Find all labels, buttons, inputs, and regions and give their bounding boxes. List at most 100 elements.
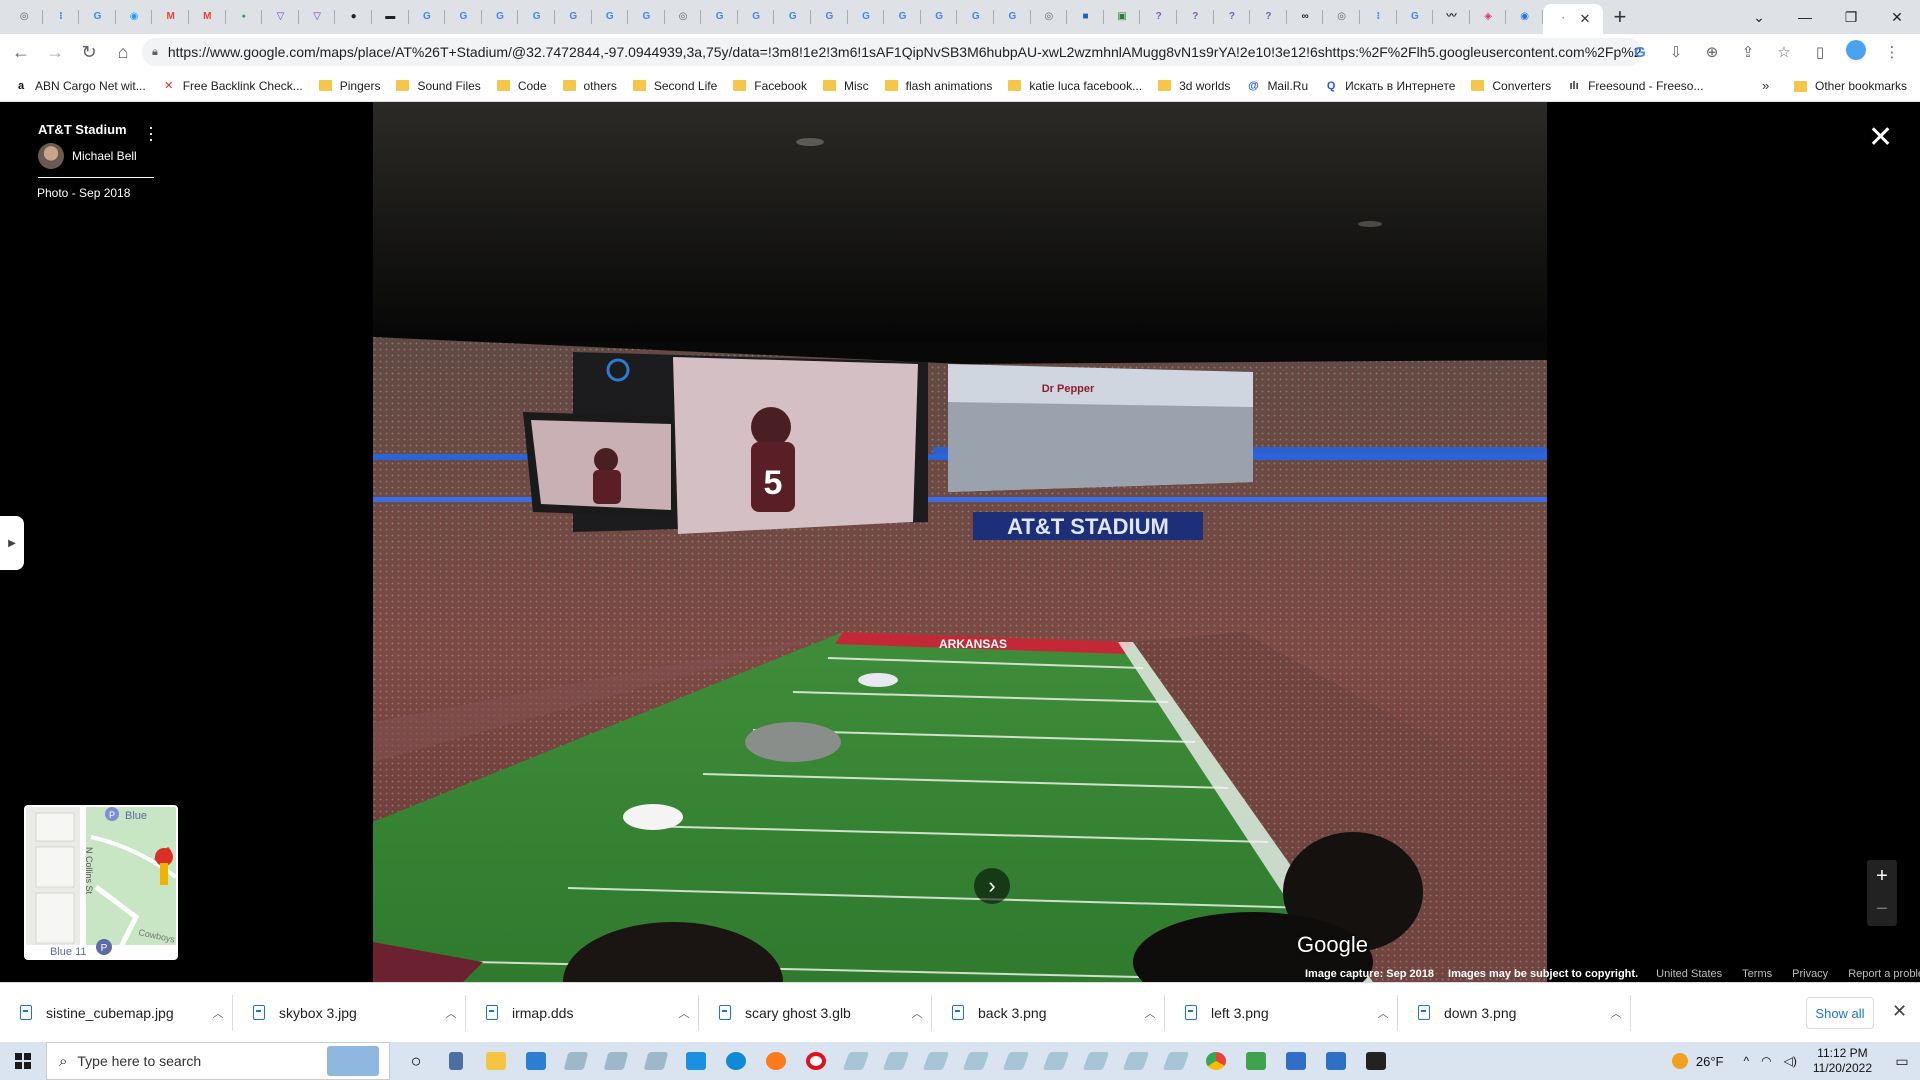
- bookmark-item[interactable]: Second Life: [632, 79, 717, 93]
- browser-tab[interactable]: ◎: [6, 0, 43, 34]
- browser-tab[interactable]: G: [701, 0, 738, 34]
- browser-tab[interactable]: 〰: [1433, 0, 1470, 34]
- browser-tab[interactable]: ◉: [116, 0, 153, 34]
- chevron-up-icon[interactable]: ︿: [203, 1005, 233, 1021]
- browser-tab[interactable]: G: [79, 0, 116, 34]
- place-title[interactable]: AT&T Stadium: [38, 122, 154, 137]
- app-icon[interactable]: [1236, 1042, 1276, 1080]
- browser-tab[interactable]: G: [518, 0, 555, 34]
- browser-tab[interactable]: ?: [1177, 0, 1214, 34]
- install-icon[interactable]: ⇩: [1658, 43, 1694, 61]
- sketchup-icon[interactable]: [996, 1042, 1036, 1080]
- forward-icon[interactable]: →: [38, 34, 72, 70]
- active-tab[interactable]: · ✕: [1542, 4, 1603, 34]
- report-problem-link[interactable]: Report a problem: [1848, 968, 1920, 980]
- opera-icon[interactable]: [796, 1042, 836, 1080]
- tab-close-icon[interactable]: ✕: [1579, 11, 1590, 27]
- browser-tab[interactable]: ◎: [1031, 0, 1068, 34]
- chevron-up-icon[interactable]: ︿: [1368, 1005, 1398, 1021]
- download-item[interactable]: left 3.png ︿: [1165, 983, 1398, 1043]
- chevron-up-icon[interactable]: ︿: [1601, 1005, 1631, 1021]
- chevron-up-icon[interactable]: ︿: [436, 1005, 466, 1021]
- wifi-icon[interactable]: ◠: [1761, 1054, 1771, 1068]
- new-tab-button[interactable]: +: [1603, 0, 1637, 34]
- privacy-link[interactable]: Privacy: [1792, 968, 1828, 980]
- browser-tab[interactable]: G: [1397, 0, 1434, 34]
- download-item[interactable]: irmap.dds ︿: [466, 983, 699, 1043]
- browser-tab[interactable]: ▽: [262, 0, 299, 34]
- terms-link[interactable]: Terms: [1742, 968, 1772, 980]
- chrome-icon[interactable]: [1196, 1042, 1236, 1080]
- browser-tab[interactable]: G: [774, 0, 811, 34]
- show-all-downloads-button[interactable]: Show all: [1806, 997, 1874, 1029]
- browser-tab[interactable]: M: [152, 0, 189, 34]
- browser-tab[interactable]: G: [738, 0, 775, 34]
- contributor[interactable]: Michael Bell: [38, 143, 154, 178]
- bookmark-item[interactable]: Misc: [822, 79, 869, 93]
- zoom-in-button[interactable]: +: [1876, 860, 1888, 893]
- browser-tab[interactable]: G: [592, 0, 629, 34]
- sketchup-icon[interactable]: [1116, 1042, 1156, 1080]
- blender-icon[interactable]: [556, 1042, 596, 1080]
- sketchup-icon[interactable]: [876, 1042, 916, 1080]
- browser-tab[interactable]: G: [848, 0, 885, 34]
- bookmark-item[interactable]: Pingers: [318, 79, 380, 93]
- edge-icon[interactable]: [716, 1042, 756, 1080]
- browser-tab[interactable]: G: [994, 0, 1031, 34]
- url-text[interactable]: https://www.google.com/maps/place/AT%26T…: [168, 44, 1642, 60]
- browser-tab[interactable]: G: [555, 0, 592, 34]
- country-link[interactable]: United States: [1656, 968, 1722, 980]
- bookmark-item[interactable]: Q Искать в Интернете: [1324, 79, 1456, 93]
- chevron-up-icon[interactable]: ︿: [902, 1005, 932, 1021]
- browser-tab[interactable]: ▬: [372, 0, 409, 34]
- sketchup-icon[interactable]: [1036, 1042, 1076, 1080]
- weather-widget[interactable]: 26°F: [1671, 1053, 1723, 1069]
- bookmark-item[interactable]: ılı Freesound - Freeso...: [1567, 79, 1703, 93]
- chevron-up-icon[interactable]: ︿: [669, 1005, 699, 1021]
- browser-tab[interactable]: ◎: [665, 0, 702, 34]
- back-icon[interactable]: ←: [4, 34, 38, 70]
- browser-tab[interactable]: ∞: [1287, 0, 1324, 34]
- sketchup-icon[interactable]: [1156, 1042, 1196, 1080]
- side-panel-icon[interactable]: ▯: [1802, 43, 1838, 61]
- bookmark-item[interactable]: Sound Files: [396, 79, 481, 93]
- volume-icon[interactable]: ◁): [1784, 1054, 1797, 1068]
- download-item[interactable]: back 3.png ︿: [932, 983, 1165, 1043]
- blender-icon[interactable]: [596, 1042, 636, 1080]
- lock-icon[interactable]: 🔒︎: [152, 46, 158, 59]
- download-item[interactable]: sistine_cubemap.jpg ︿: [0, 983, 233, 1043]
- close-viewer-icon[interactable]: ✕: [1868, 120, 1893, 155]
- more-options-icon[interactable]: · · ·: [148, 118, 154, 148]
- zoom-icon[interactable]: ⊕: [1694, 43, 1730, 61]
- browser-tab[interactable]: G: [884, 0, 921, 34]
- bookmark-item[interactable]: 3d worlds: [1158, 79, 1230, 93]
- browser-tab[interactable]: ◈: [1470, 0, 1507, 34]
- kebab-menu-icon[interactable]: ⋮: [1874, 43, 1910, 61]
- clock[interactable]: 11:12 PM 11/20/2022: [1813, 1046, 1872, 1076]
- browser-tab[interactable]: ●: [335, 0, 372, 34]
- chevron-up-icon[interactable]: ︿: [1135, 1005, 1165, 1021]
- bookmark-item[interactable]: katie luca facebook...: [1008, 79, 1142, 93]
- sketchup-icon[interactable]: [916, 1042, 956, 1080]
- notification-icon[interactable]: ▭: [1884, 1053, 1920, 1070]
- browser-tab[interactable]: ▣: [1104, 0, 1141, 34]
- browser-tab[interactable]: ◉: [1506, 0, 1543, 34]
- next-photo-arrow-icon[interactable]: ›: [974, 868, 1010, 904]
- browser-tab[interactable]: G: [482, 0, 519, 34]
- browser-tab[interactable]: ⁝: [1360, 0, 1397, 34]
- other-bookmarks[interactable]: Other bookmarks: [1794, 70, 1907, 102]
- download-item[interactable]: skybox 3.jpg ︿: [233, 983, 466, 1043]
- download-item[interactable]: scary ghost 3.glb ︿: [699, 983, 932, 1043]
- browser-tab[interactable]: ⬩: [226, 0, 263, 34]
- address-bar[interactable]: 🔒︎ https://www.google.com/maps/place/AT%…: [142, 38, 1642, 66]
- roblox-icon[interactable]: [1356, 1042, 1396, 1080]
- minimap[interactable]: P Blue N Collins St P Blue 11 Cowboys: [24, 805, 178, 960]
- browser-tab[interactable]: G: [957, 0, 994, 34]
- browser-tab[interactable]: M: [189, 0, 226, 34]
- taskbar-search[interactable]: ⌕ Type here to search: [46, 1042, 390, 1080]
- bookmark-item[interactable]: others: [562, 79, 617, 93]
- browser-tab[interactable]: ■: [1067, 0, 1104, 34]
- browser-tab[interactable]: ⁝: [43, 0, 80, 34]
- browser-tab[interactable]: G: [921, 0, 958, 34]
- bookmark-item[interactable]: Converters: [1471, 79, 1551, 93]
